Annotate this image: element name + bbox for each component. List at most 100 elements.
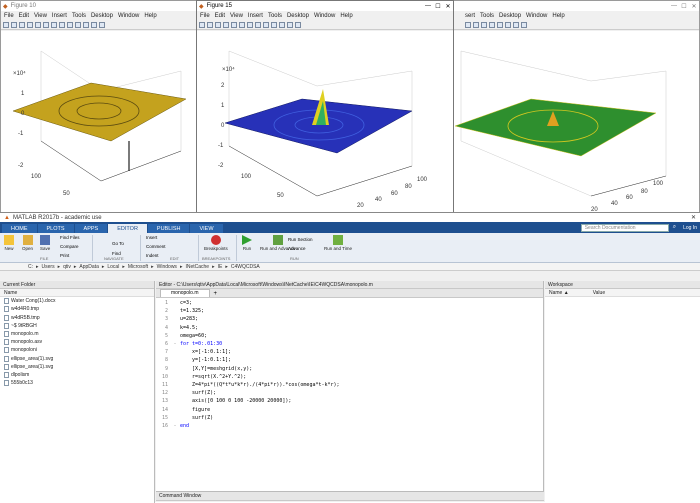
path-segment[interactable]: Microsoft: [128, 264, 148, 270]
data-cursor-icon[interactable]: [271, 21, 277, 28]
file-item[interactable]: Water Cong(1).docx: [0, 297, 154, 305]
legend-icon[interactable]: [91, 21, 97, 28]
code-line[interactable]: 2 t=1.325;: [156, 307, 543, 315]
code-line[interactable]: 13 axis([0 100 0 100 -20000 20000]);: [156, 397, 543, 405]
code-line[interactable]: 15 surf(Z): [156, 414, 543, 422]
print-icon[interactable]: [223, 21, 229, 28]
new-icon[interactable]: [3, 21, 9, 28]
open-button[interactable]: Open: [22, 235, 33, 251]
print-icon[interactable]: [27, 21, 33, 28]
file-item[interactable]: monopolo.asv: [0, 338, 154, 346]
menu-item[interactable]: Window: [118, 13, 139, 19]
advance-button[interactable]: Advance: [288, 246, 306, 251]
menu-item[interactable]: sert: [465, 13, 475, 19]
tab-plots[interactable]: PLOTS: [37, 224, 74, 233]
zoom-in-icon[interactable]: [239, 21, 245, 28]
code-line[interactable]: 10 r=sqrt(X.^2+Y.^2);: [156, 373, 543, 381]
menu-item[interactable]: Tools: [268, 13, 282, 19]
close-icon[interactable]: ✕: [689, 3, 699, 10]
workspace-column-header[interactable]: Name ▲ Value: [545, 289, 700, 298]
menu-item[interactable]: Tools: [72, 13, 86, 19]
tab-view[interactable]: VIEW: [190, 224, 223, 233]
pan-icon[interactable]: [481, 21, 487, 28]
new-icon[interactable]: [199, 21, 205, 28]
goto-button[interactable]: Go To: [112, 241, 124, 246]
open-icon[interactable]: [11, 21, 17, 28]
code-line[interactable]: 7 x=[-1:0.1:1];: [156, 348, 543, 356]
run-and-time-button[interactable]: Run and Time: [324, 235, 352, 251]
menu-item[interactable]: Edit: [19, 13, 29, 19]
maximize-icon[interactable]: ☐: [679, 3, 689, 10]
current-folder-panel[interactable]: Current Folder Name Water Cong(1).docx w…: [0, 281, 155, 503]
code-line[interactable]: 4 k=4.5;: [156, 324, 543, 332]
menu-item[interactable]: View: [34, 13, 47, 19]
tab-editor[interactable]: EDITOR: [108, 224, 147, 233]
breakpoints-button[interactable]: Breakpoints: [204, 235, 228, 251]
menu-item[interactable]: Help: [552, 13, 564, 19]
path-segment[interactable]: C:: [28, 264, 33, 270]
path-segment[interactable]: AppData: [79, 264, 98, 270]
legend-icon[interactable]: [287, 21, 293, 28]
brush-icon[interactable]: [279, 21, 285, 28]
plot-area[interactable]: 100 80 60 40 20: [441, 31, 699, 214]
path-segment[interactable]: Windows: [157, 264, 177, 270]
login-link[interactable]: Log In: [683, 225, 697, 231]
code-line[interactable]: 8 y=[-1:0.1:1];: [156, 356, 543, 364]
new-button[interactable]: New: [4, 235, 14, 251]
brush-icon[interactable]: [83, 21, 89, 28]
file-item[interactable]: ellipse_area(1).svg: [0, 363, 154, 371]
path-segment[interactable]: INetCache: [185, 264, 209, 270]
data-cursor-icon[interactable]: [497, 21, 503, 28]
menu-item[interactable]: Desktop: [499, 13, 521, 19]
colorbar-icon[interactable]: [521, 21, 527, 28]
zoom-out-icon[interactable]: [247, 21, 253, 28]
command-window-header[interactable]: Command Window: [156, 491, 544, 501]
pan-icon[interactable]: [255, 21, 261, 28]
zoom-in-icon[interactable]: [465, 21, 471, 28]
file-item[interactable]: w4dR5B.tmp: [0, 314, 154, 322]
minimize-icon[interactable]: —: [423, 3, 433, 10]
menu-item[interactable]: Help: [340, 13, 352, 19]
code-line[interactable]: 6- for t=0:.01:30: [156, 340, 543, 348]
menu-item[interactable]: Edit: [215, 13, 225, 19]
colorbar-icon[interactable]: [99, 21, 105, 28]
plot-area[interactable]: ×10⁴ 2 1 0 -1 -2 50 100 20 40 60 80 100: [197, 31, 453, 214]
code-line[interactable]: 16- end: [156, 422, 543, 430]
pointer-icon[interactable]: [35, 21, 41, 28]
zoom-in-icon[interactable]: [43, 21, 49, 28]
maximize-icon[interactable]: ☐: [433, 3, 443, 10]
find-files-button[interactable]: Find Files: [60, 235, 80, 240]
file-item[interactable]: 555b0c13: [0, 379, 154, 387]
menu-item[interactable]: File: [200, 13, 210, 19]
pan-icon[interactable]: [59, 21, 65, 28]
path-segment[interactable]: Local: [107, 264, 119, 270]
menu-item[interactable]: Help: [144, 13, 156, 19]
run-button[interactable]: Run: [242, 235, 252, 251]
menu-item[interactable]: Tools: [480, 13, 494, 19]
tab-home[interactable]: HOME: [2, 224, 37, 233]
rotate-icon[interactable]: [67, 21, 73, 28]
path-segment[interactable]: C4WQCDSA: [231, 264, 260, 270]
file-item[interactable]: ~$ 9tRBGH: [0, 322, 154, 330]
zoom-out-icon[interactable]: [473, 21, 479, 28]
code-line[interactable]: 12 surf(Z);: [156, 389, 543, 397]
menu-item[interactable]: Window: [314, 13, 335, 19]
editor-panel[interactable]: Editor - C:\Users\qtiv\AppData\Local\Mic…: [156, 281, 544, 491]
figure-window-2[interactable]: ◆ Figure 15— ☐ ✕ File Edit View Insert Tools Des…: [196, 0, 454, 215]
new-tab-button[interactable]: +: [210, 291, 222, 297]
column-header[interactable]: Name: [0, 289, 154, 298]
menu-item[interactable]: Desktop: [287, 13, 309, 19]
pointer-icon[interactable]: [231, 21, 237, 28]
code-line[interactable]: 3 u=283;: [156, 315, 543, 323]
menu-item[interactable]: File: [4, 13, 14, 19]
brush-icon[interactable]: [505, 21, 511, 28]
path-segment[interactable]: qtiv: [63, 264, 71, 270]
menu-item[interactable]: Insert: [52, 13, 67, 19]
minimize-icon[interactable]: —: [669, 3, 679, 10]
editor-tab[interactable]: monopolo.m: [160, 289, 210, 297]
legend-icon[interactable]: [513, 21, 519, 28]
file-item[interactable]: dlpolism: [0, 371, 154, 379]
search-icon[interactable]: ⌕: [673, 224, 676, 231]
workspace-panel[interactable]: Workspace Name ▲ Value: [545, 281, 700, 503]
data-cursor-icon[interactable]: [75, 21, 81, 28]
